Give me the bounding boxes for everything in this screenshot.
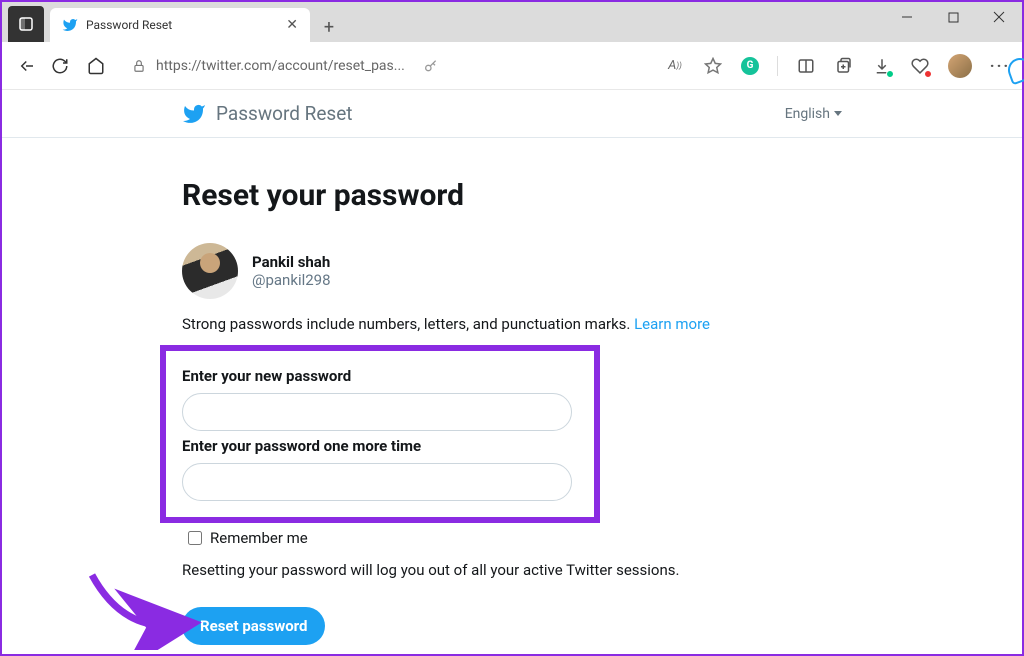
user-handle: @pankil298 [252, 271, 331, 289]
user-block: Pankil shah @pankil298 [182, 243, 752, 299]
remember-me-label: Remember me [210, 529, 308, 547]
split-screen-icon[interactable] [796, 56, 816, 76]
downloads-icon[interactable] [872, 56, 892, 76]
browser-titlebar: Password Reset ✕ + [2, 2, 1022, 42]
lock-icon [132, 59, 146, 73]
favorite-icon[interactable] [703, 56, 723, 76]
new-password-label: Enter your new password [182, 367, 578, 385]
learn-more-link[interactable]: Learn more [634, 315, 710, 333]
key-icon[interactable] [423, 58, 439, 74]
header-title: Password Reset [216, 102, 353, 125]
password-hint: Strong passwords include numbers, letter… [182, 315, 752, 333]
browser-tab[interactable]: Password Reset ✕ [50, 8, 310, 42]
collections-icon[interactable] [834, 56, 854, 76]
twitter-logo-icon [182, 102, 206, 126]
maximize-button[interactable] [930, 2, 976, 32]
minimize-button[interactable] [884, 2, 930, 32]
new-tab-button[interactable]: + [314, 12, 344, 42]
read-aloud-icon[interactable]: A)) [665, 56, 685, 76]
language-label: English [785, 106, 830, 122]
refresh-button[interactable] [50, 56, 70, 76]
back-button[interactable] [14, 56, 34, 76]
twitter-icon [62, 17, 78, 33]
browser-toolbar: https://twitter.com/account/reset_pas...… [2, 42, 1022, 90]
user-name: Pankil shah [252, 253, 331, 271]
remember-me-row[interactable]: Remember me [188, 529, 752, 547]
close-window-button[interactable] [976, 2, 1022, 32]
page-heading: Reset your password [182, 178, 752, 213]
more-menu-icon[interactable]: ··· [990, 56, 1010, 76]
reset-password-button[interactable]: Reset password [182, 607, 325, 645]
address-bar[interactable]: https://twitter.com/account/reset_pas... [132, 58, 439, 74]
session-note: Resetting your password will log you out… [182, 561, 752, 579]
tab-title: Password Reset [86, 18, 278, 32]
user-avatar [182, 243, 238, 299]
annotation-highlight: Enter your new password Enter your passw… [160, 345, 600, 523]
main-content: Reset your password Pankil shah @pankil2… [2, 138, 752, 645]
remember-me-checkbox[interactable] [188, 531, 202, 545]
window-controls [884, 2, 1022, 32]
tab-overview-button[interactable] [8, 6, 44, 42]
new-password-input[interactable] [182, 393, 572, 431]
performance-icon[interactable] [910, 56, 930, 76]
home-button[interactable] [86, 56, 106, 76]
profile-avatar[interactable] [948, 54, 972, 78]
chevron-down-icon [834, 111, 842, 116]
language-selector[interactable]: English [785, 106, 842, 122]
grammarly-icon[interactable]: G [741, 57, 759, 75]
tab-close-icon[interactable]: ✕ [286, 17, 298, 33]
url-text: https://twitter.com/account/reset_pas... [156, 58, 405, 74]
page-header: Password Reset English [2, 90, 1022, 138]
divider [777, 56, 778, 76]
confirm-password-label: Enter your password one more time [182, 437, 578, 455]
confirm-password-input[interactable] [182, 463, 572, 501]
